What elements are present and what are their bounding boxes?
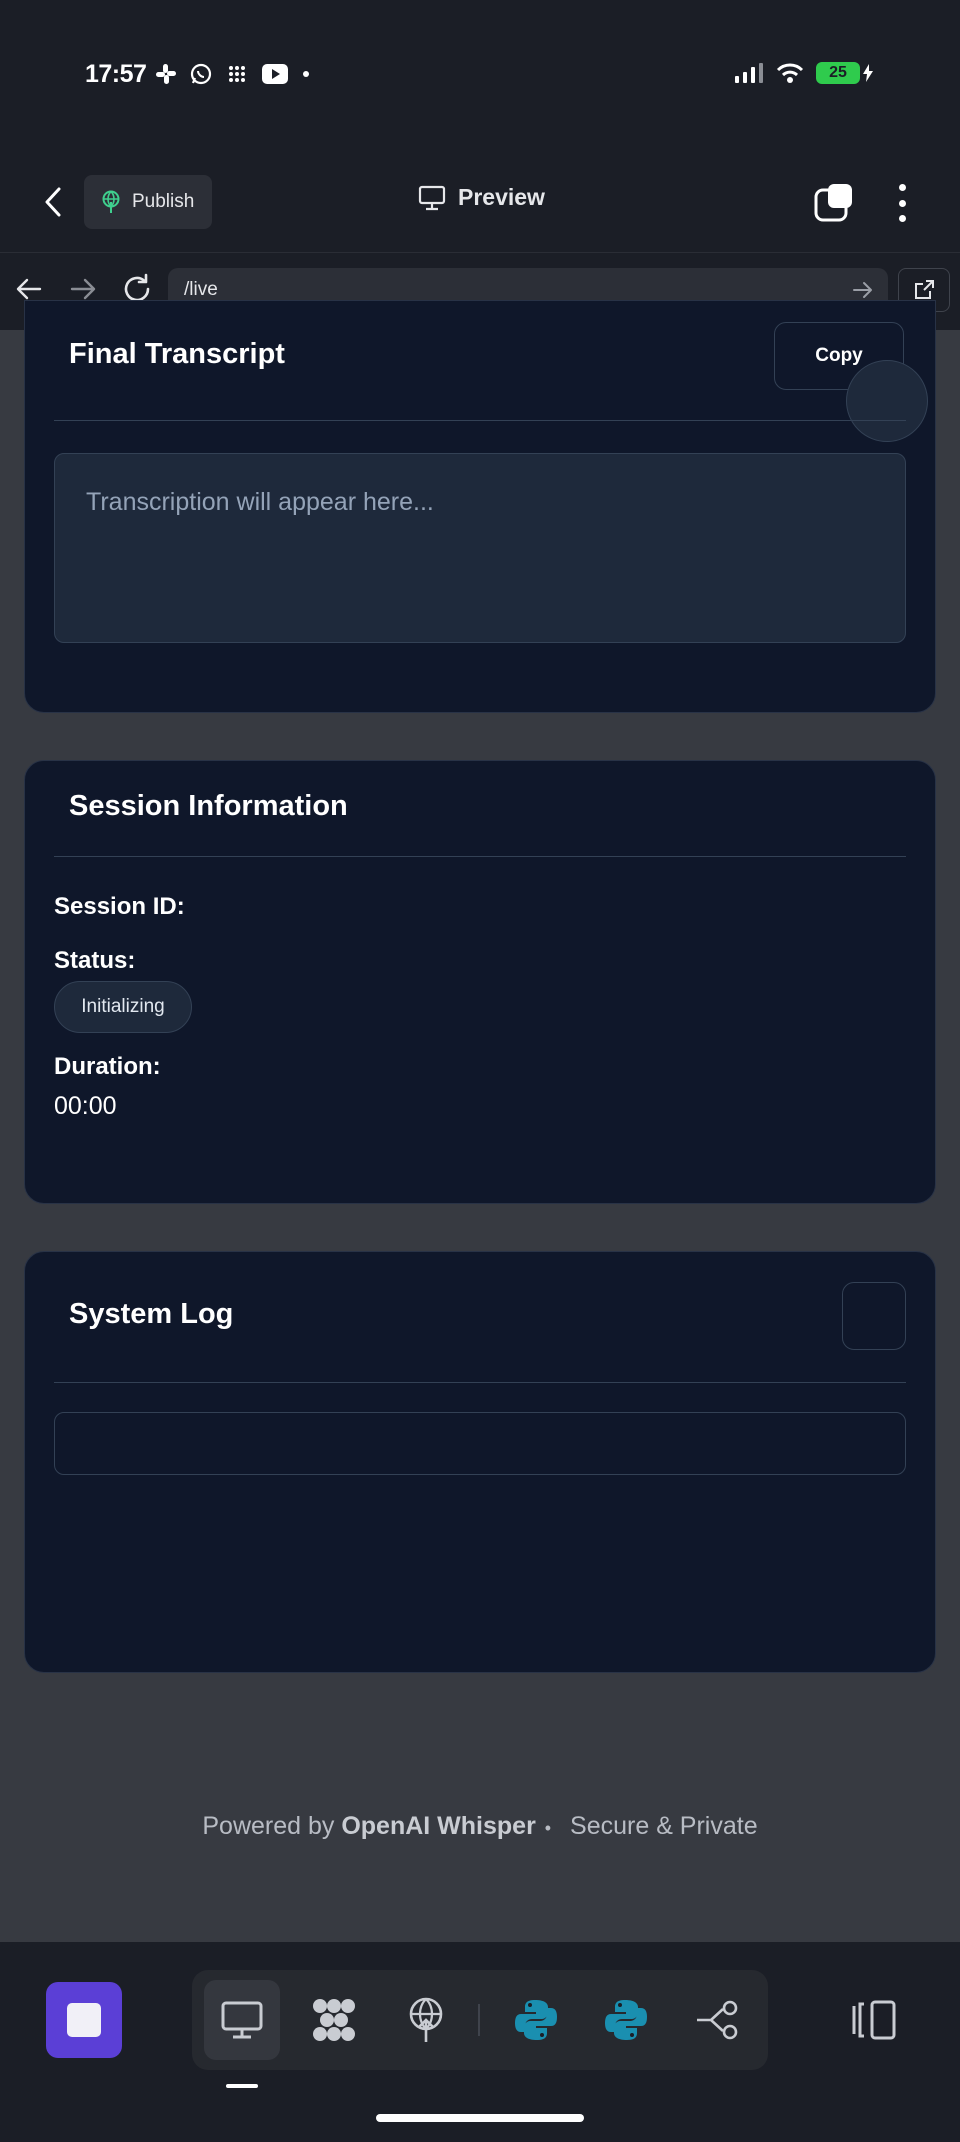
stop-button[interactable]: [46, 1982, 122, 2058]
status-time: 17:57: [85, 60, 147, 88]
battery-indicator: 25: [816, 62, 860, 84]
session-divider: [54, 856, 906, 857]
python-icon: [515, 2000, 557, 2040]
sidebar-toggle-icon[interactable]: [850, 1998, 898, 2042]
footer-brand: OpenAI Whisper: [341, 1812, 536, 1840]
python-icon: [605, 2000, 647, 2040]
home-indicator[interactable]: [376, 2114, 584, 2122]
session-id-label: Session ID:: [54, 893, 185, 920]
status-dot-icon: [303, 71, 309, 77]
duration-value: 00:00: [54, 1092, 117, 1120]
tool-python-1[interactable]: [498, 1980, 574, 2060]
tool-preview[interactable]: [204, 1980, 280, 2060]
footer-separator: •: [544, 1818, 552, 1838]
preview-label: Preview: [458, 184, 545, 210]
duration-label: Duration:: [54, 1053, 161, 1080]
whatsapp-icon: [190, 63, 212, 85]
clear-log-button[interactable]: [842, 1282, 906, 1350]
status-system-icons: 25: [734, 62, 874, 84]
tool-separator: [478, 2004, 480, 2036]
slack-icon: [156, 64, 176, 84]
log-divider: [54, 1382, 906, 1383]
preview-toggle[interactable]: Preview: [418, 184, 545, 211]
molecule-icon: [313, 1999, 355, 2041]
footer-suffix: Secure & Private: [570, 1812, 758, 1840]
tool-agents[interactable]: [296, 1980, 372, 2060]
status-badge: Initializing: [54, 981, 192, 1033]
footer-prefix: Powered by: [202, 1812, 335, 1840]
youtube-icon: [262, 64, 288, 84]
publish-label: Publish: [132, 191, 195, 212]
active-tool-indicator: [226, 2084, 258, 2088]
charging-bolt-icon: [863, 64, 873, 82]
transcript-output[interactable]: Transcription will appear here...: [54, 453, 906, 643]
system-log-title: System Log: [69, 1298, 234, 1330]
floating-action-button[interactable]: [846, 360, 928, 442]
external-link-icon: [915, 280, 934, 299]
url-text: /live: [184, 279, 218, 300]
session-information-title: Session Information: [69, 790, 348, 822]
deploy-globe-icon: [409, 1997, 443, 2042]
stop-square-icon: [67, 2003, 101, 2037]
wifi-icon: [776, 63, 804, 83]
transcript-divider: [54, 420, 906, 421]
back-button[interactable]: [38, 182, 68, 222]
monitor-icon: [221, 2001, 263, 2039]
tabs-switcher-icon[interactable]: [814, 182, 856, 224]
connections-icon: [697, 2000, 738, 2040]
monitor-icon: [418, 185, 446, 210]
publish-button[interactable]: Publish: [84, 175, 212, 229]
more-options-icon[interactable]: [890, 180, 914, 226]
dots-grid-icon: [229, 66, 245, 82]
tool-connections[interactable]: [680, 1980, 756, 2060]
chevron-left-icon: [45, 187, 61, 217]
url-go-arrow-icon[interactable]: [852, 280, 874, 300]
tool-deploy[interactable]: [388, 1980, 464, 2060]
signal-icon: [735, 63, 763, 83]
publish-globe-icon: [102, 190, 120, 213]
tool-python-2[interactable]: [588, 1980, 664, 2060]
system-log-output: [54, 1412, 906, 1475]
status-notification-icons: [155, 62, 311, 86]
status-label: Status:: [54, 947, 136, 974]
footer: Powered by OpenAI Whisper • Secure & Pri…: [0, 1812, 960, 1841]
final-transcript-title: Final Transcript: [69, 338, 285, 370]
